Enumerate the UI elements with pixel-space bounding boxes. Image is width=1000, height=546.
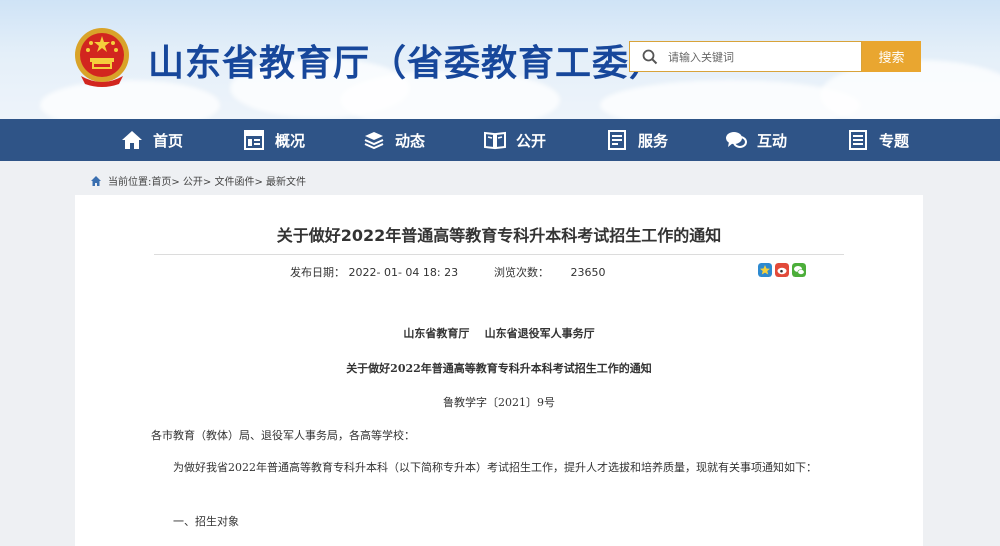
breadcrumb: 当前位置: 首页> 公开> 文件函件> 最新文件 xyxy=(90,173,306,188)
service-icon xyxy=(608,130,626,150)
nav-item-service[interactable]: 服务 xyxy=(606,119,668,161)
search-icon xyxy=(642,49,658,65)
nav-label: 首页 xyxy=(153,131,184,150)
nav-label: 公开 xyxy=(516,131,547,150)
views-value: 23650 xyxy=(570,266,606,279)
nav-label: 动态 xyxy=(395,131,426,150)
wechat-share-icon[interactable] xyxy=(792,263,806,277)
weibo-share-icon[interactable] xyxy=(775,263,789,277)
topic-icon xyxy=(849,130,867,150)
nav-item-overview[interactable]: 概况 xyxy=(243,119,305,161)
overview-icon xyxy=(244,130,264,150)
view-count: 浏览次数： 23650 xyxy=(494,264,606,280)
search-button[interactable]: 搜索 xyxy=(862,41,921,72)
news-icon xyxy=(364,132,384,150)
nav-item-public[interactable]: 公开 xyxy=(484,119,546,161)
nav-label: 概况 xyxy=(275,131,306,150)
section-heading: 一、招生对象 xyxy=(173,515,239,528)
publish-date: 发布日期： 2022- 01- 04 18: 23 xyxy=(290,264,458,280)
qzone-share-icon[interactable] xyxy=(758,263,772,277)
main-nav: 首页 概况 动态 公开 服务 互动 专题 xyxy=(0,119,1000,161)
site-title[interactable]: 山东省教育厅（省委教育工委） xyxy=(148,34,666,86)
nav-item-topic[interactable]: 专题 xyxy=(847,119,909,161)
search-box xyxy=(629,41,862,72)
nav-item-news[interactable]: 动态 xyxy=(363,119,425,161)
article-title: 关于做好2022年普通高等教育专科升本科考试招生工作的通知 xyxy=(276,226,722,245)
date-label: 发布日期： xyxy=(290,266,345,279)
chat-icon xyxy=(726,132,747,148)
views-label: 浏览次数： xyxy=(494,266,549,279)
document-title: 关于做好2022年普通高等教育专科升本科考试招生工作的通知 xyxy=(346,362,652,375)
breadcrumb-trail[interactable]: 首页> 公开> 文件函件> 最新文件 xyxy=(151,173,306,188)
salutation: 各市教育（教体）局、退役军人事务局，各高等学校： xyxy=(151,429,415,442)
book-icon xyxy=(484,131,506,150)
article-panel: 关于做好2022年普通高等教育专科升本科考试招生工作的通知 发布日期： 2022… xyxy=(75,195,923,546)
document-number: 鲁教学字〔2021〕9号 xyxy=(443,396,555,409)
date-value: 2022- 01- 04 18: 23 xyxy=(348,266,459,279)
site-header: 山东省教育厅（省委教育工委） 搜索 xyxy=(0,0,1000,119)
search-input[interactable] xyxy=(668,46,853,68)
home-icon xyxy=(91,175,101,186)
nav-item-interact[interactable]: 互动 xyxy=(725,119,787,161)
home-icon xyxy=(122,131,142,149)
breadcrumb-prefix: 当前位置: xyxy=(108,177,152,188)
national-emblem-icon xyxy=(75,28,129,87)
nav-label: 服务 xyxy=(638,131,669,150)
nav-label: 互动 xyxy=(757,131,788,150)
paragraph-1: 为做好我省2022年普通高等教育专科升本科（以下简称专升本）考试招生工作，提升人… xyxy=(173,461,817,474)
issuers: 山东省教育厅 山东省退役军人事务厅 xyxy=(403,327,595,340)
nav-item-home[interactable]: 首页 xyxy=(121,119,183,161)
title-divider xyxy=(154,254,844,255)
nav-label: 专题 xyxy=(879,131,910,150)
